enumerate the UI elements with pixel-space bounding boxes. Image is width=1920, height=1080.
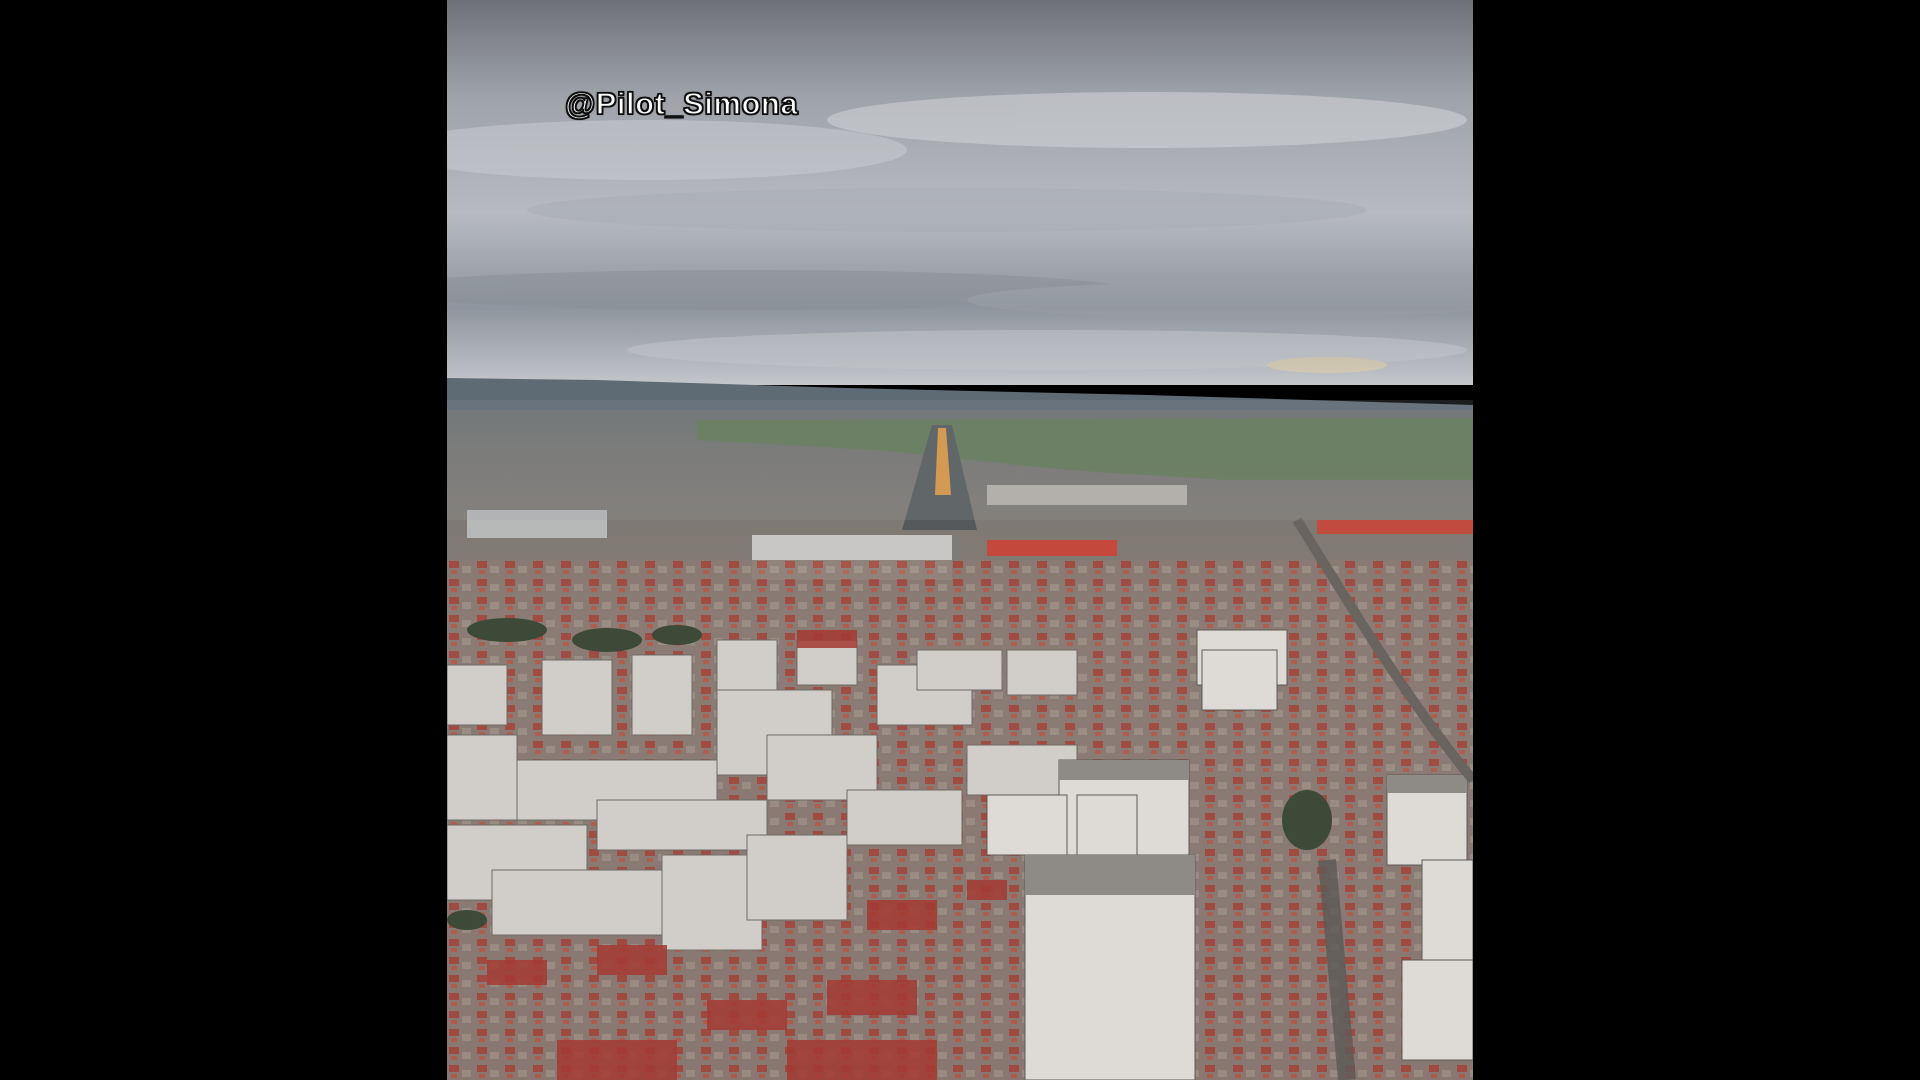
video-frame[interactable]: @Pilot_Simona [447, 0, 1473, 1080]
aerial-scene [447, 0, 1473, 1080]
red-roof-hall [987, 540, 1117, 556]
video-player-frame: @Pilot_Simona [0, 0, 1920, 1080]
red-roof-hall [1317, 520, 1473, 534]
creator-watermark: @Pilot_Simona [564, 85, 799, 122]
